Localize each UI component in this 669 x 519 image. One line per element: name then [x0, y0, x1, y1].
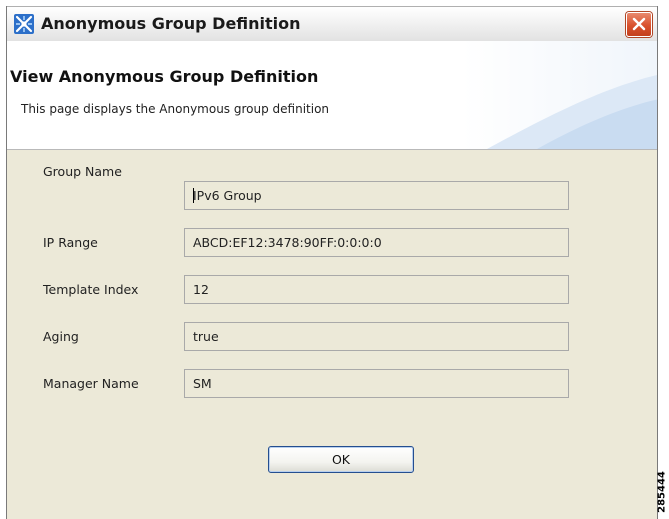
ip-range-label: IP Range	[43, 235, 98, 250]
title-bar[interactable]: Anonymous Group Definition	[7, 6, 657, 42]
dialog-heading: View Anonymous Group Definition	[10, 67, 319, 86]
dialog-header: View Anonymous Group Definition This pag…	[7, 41, 657, 150]
figure-id-text: 285444	[656, 471, 668, 513]
manager-name-field[interactable]: SM	[184, 369, 569, 398]
dialog-window: Anonymous Group Definition View Anonymou…	[6, 6, 658, 519]
close-button[interactable]	[626, 12, 652, 37]
header-swoosh-decoration	[487, 75, 657, 149]
template-index-field[interactable]: 12	[184, 275, 569, 304]
window-title: Anonymous Group Definition	[41, 14, 301, 33]
app-icon	[14, 14, 34, 34]
text-caret	[193, 188, 194, 203]
group-name-label: Group Name	[43, 164, 122, 179]
aging-label: Aging	[43, 329, 79, 344]
dialog-description: This page displays the Anonymous group d…	[21, 102, 330, 116]
template-index-label: Template Index	[43, 282, 139, 297]
ok-button[interactable]: OK	[268, 446, 414, 473]
manager-name-label: Manager Name	[43, 376, 139, 391]
figure-id: 285444	[655, 465, 669, 519]
group-name-field[interactable]: IPv6 Group	[184, 181, 569, 210]
close-icon	[632, 17, 646, 31]
aging-field[interactable]: true	[184, 322, 569, 351]
ip-range-field[interactable]: ABCD:EF12:3478:90FF:0:0:0:0	[184, 228, 569, 257]
